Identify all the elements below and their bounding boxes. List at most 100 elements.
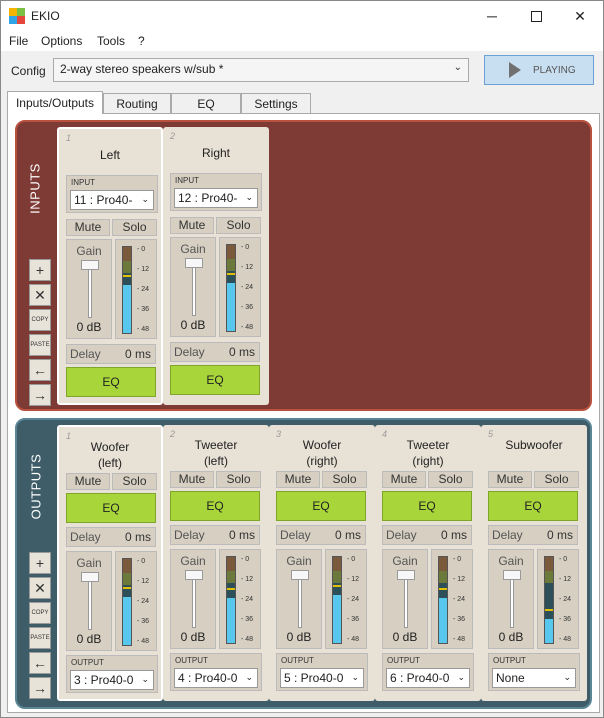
meter-tick-label: - 12 [453, 576, 466, 583]
eq-button[interactable]: EQ [66, 367, 156, 397]
move-right-button[interactable]: → [29, 677, 51, 699]
menu-file[interactable]: File [9, 34, 28, 48]
eq-button[interactable]: EQ [276, 491, 366, 521]
eq-button[interactable]: EQ [488, 491, 578, 521]
delay-field[interactable]: Delay 0 ms [170, 525, 260, 545]
chevron-down-icon: ⌄ [351, 672, 359, 682]
remove-button[interactable]: ✕ [29, 284, 51, 306]
output-select[interactable]: 4 : Pro40-0 ⌄ [174, 668, 258, 688]
output-select[interactable]: 3 : Pro40-0 ⌄ [70, 670, 154, 690]
output-select[interactable]: 6 : Pro40-0 ⌄ [386, 668, 470, 688]
tab-inputs-outputs[interactable]: Inputs/Outputs [7, 91, 103, 114]
delay-field[interactable]: Delay 0 ms [276, 525, 366, 545]
maximize-button[interactable] [513, 1, 559, 31]
close-button[interactable]: ✕ [557, 1, 603, 31]
gain-slider: Gain 0 dB [66, 551, 112, 651]
eq-button[interactable]: EQ [170, 365, 260, 395]
delay-label: Delay [492, 528, 523, 542]
delay-field[interactable]: Delay 0 ms [170, 342, 260, 362]
io-value: 4 : Pro40-0 [178, 671, 238, 685]
io-caption: OUTPUT [281, 656, 314, 665]
delay-field[interactable]: Delay 0 ms [488, 525, 578, 545]
copy-button[interactable]: COPY [29, 602, 51, 624]
play-button[interactable]: PLAYING [484, 55, 594, 85]
delay-field[interactable]: Delay 0 ms [66, 527, 156, 547]
eq-button[interactable]: EQ [170, 491, 260, 521]
move-left-button[interactable]: ← [29, 359, 51, 381]
mute-button[interactable]: Mute [66, 473, 110, 490]
delay-label: Delay [70, 347, 101, 361]
gain-slider: Gain 0 dB [66, 239, 112, 339]
meter-zones [333, 557, 341, 643]
gain-knob[interactable] [81, 572, 99, 582]
solo-button[interactable]: Solo [216, 471, 261, 488]
paste-button[interactable]: PASTE [29, 627, 51, 649]
gain-knob[interactable] [503, 570, 521, 580]
minimize-icon: ─ [487, 8, 497, 24]
io-value: None [496, 671, 525, 685]
paste-button[interactable]: PASTE [29, 334, 51, 356]
config-select[interactable]: 2-way stereo speakers w/sub * ⌄ [53, 58, 469, 82]
strip-name: Subwoofer [505, 438, 563, 452]
level-meter: - 0 - 12 - 24 - 36 - 48 [115, 551, 157, 651]
input-select-box: INPUT 11 : Pro40- ⌄ [66, 175, 158, 213]
gain-knob[interactable] [291, 570, 309, 580]
meter-bar [226, 556, 236, 644]
gain-knob[interactable] [397, 570, 415, 580]
output-select[interactable]: 5 : Pro40-0 ⌄ [280, 668, 364, 688]
mute-button[interactable]: Mute [488, 471, 532, 488]
tab-settings[interactable]: Settings [241, 93, 311, 113]
meter-zone-red [123, 247, 131, 261]
meter-zone-yellow [439, 571, 447, 583]
solo-button[interactable]: Solo [534, 471, 579, 488]
eq-button[interactable]: EQ [382, 491, 472, 521]
move-right-button[interactable]: → [29, 384, 51, 406]
gain-track [510, 574, 514, 628]
level-meter: - 0 - 12 - 24 - 36 - 48 [537, 549, 579, 649]
solo-button[interactable]: Solo [322, 471, 367, 488]
meter-tick-label: - 48 [137, 638, 150, 645]
meter-tick-label: - 0 [241, 244, 250, 251]
meter-zone-yellow [123, 573, 131, 585]
gain-knob[interactable] [185, 570, 203, 580]
meter-zones [123, 247, 131, 333]
gain-slider: Gain 0 dB [276, 549, 322, 649]
gain-knob[interactable] [185, 258, 203, 268]
mute-button[interactable]: Mute [170, 471, 214, 488]
meter-zone-yellow [227, 571, 235, 583]
delay-field[interactable]: Delay 0 ms [382, 525, 472, 545]
tab-eq[interactable]: EQ [171, 93, 241, 113]
gain-knob[interactable] [81, 260, 99, 270]
mute-button[interactable]: Mute [276, 471, 320, 488]
mute-button[interactable]: Mute [170, 217, 214, 234]
remove-button[interactable]: ✕ [29, 577, 51, 599]
input-select[interactable]: 12 : Pro40- ⌄ [174, 188, 258, 208]
delay-field[interactable]: Delay 0 ms [66, 344, 156, 364]
move-left-button[interactable]: ← [29, 652, 51, 674]
menu-help[interactable]: ? [138, 34, 145, 48]
meter-bar [226, 244, 236, 332]
mute-button[interactable]: Mute [382, 471, 426, 488]
solo-button[interactable]: Solo [112, 219, 157, 236]
input-select[interactable]: 11 : Pro40- ⌄ [70, 190, 154, 210]
meter-fill [123, 285, 131, 333]
add-button[interactable]: + [29, 552, 51, 574]
solo-button[interactable]: Solo [428, 471, 473, 488]
eq-button[interactable]: EQ [66, 493, 156, 523]
menu-options[interactable]: Options [41, 34, 82, 48]
output-select-box: OUTPUT 3 : Pro40-0 ⌄ [66, 655, 158, 693]
chevron-down-icon: ⌄ [245, 192, 253, 202]
tab-routing[interactable]: Routing [103, 93, 171, 113]
copy-button[interactable]: COPY [29, 309, 51, 331]
solo-button[interactable]: Solo [216, 217, 261, 234]
output-select[interactable]: None ⌄ [492, 668, 576, 688]
gain-value: 0 dB [498, 630, 524, 644]
minimize-button[interactable]: ─ [469, 1, 515, 31]
mute-button[interactable]: Mute [66, 219, 110, 236]
add-button[interactable]: + [29, 259, 51, 281]
delay-value: 0 ms [228, 345, 255, 359]
title-bar: EKIO ─ ✕ [1, 1, 603, 31]
menu-tools[interactable]: Tools [97, 34, 125, 48]
meter-tick-label: - 0 [137, 246, 146, 253]
solo-button[interactable]: Solo [112, 473, 157, 490]
